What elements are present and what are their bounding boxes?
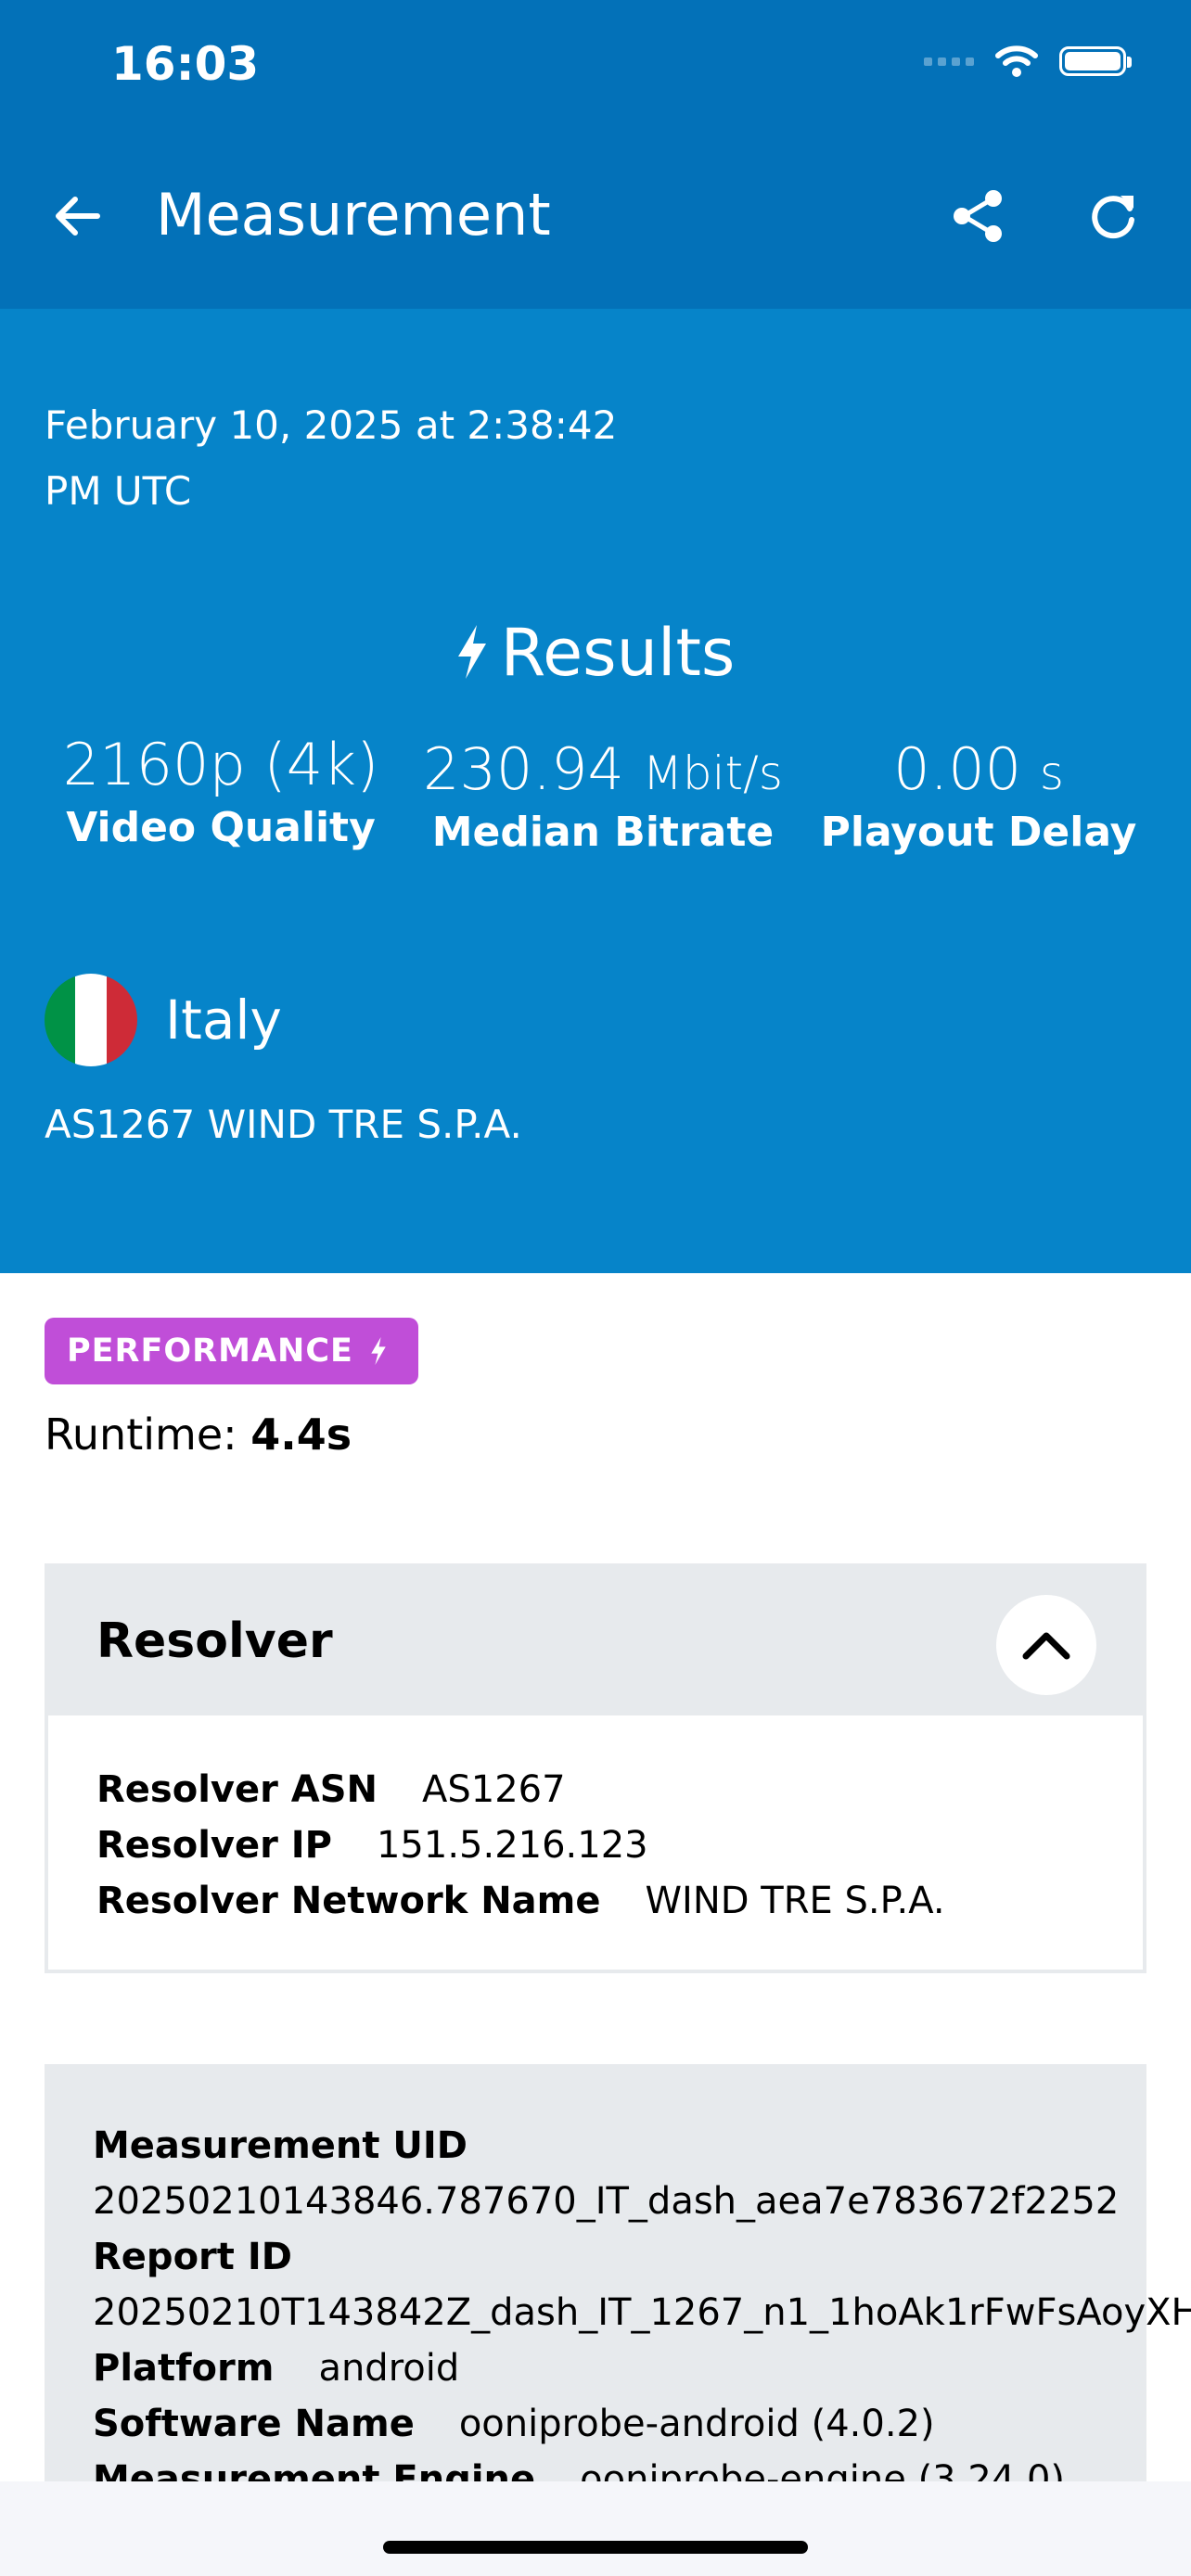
metric-value: 0.00 s xyxy=(893,735,1064,803)
resolver-header[interactable]: Resolver xyxy=(48,1567,1143,1715)
measurement-meta-panel: Measurement UID 20250210143846.787670_IT… xyxy=(45,2064,1191,2528)
page-title: Measurement xyxy=(156,181,551,249)
back-arrow-icon xyxy=(56,197,100,236)
metric-label: Video Quality xyxy=(66,804,376,851)
flag-italy-icon xyxy=(45,974,137,1066)
resolver-title: Resolver xyxy=(96,1613,333,1669)
collapse-button[interactable] xyxy=(996,1595,1096,1695)
app-header: 16:03 Measurement xyxy=(0,0,1191,309)
platform-row: Platform android xyxy=(93,2347,460,2390)
home-indicator[interactable] xyxy=(383,2541,808,2554)
results-heading: Results xyxy=(0,615,1191,691)
bolt-icon xyxy=(371,1337,386,1365)
report-id: 20250210T143842Z_dash_IT_1267_n1_1hoAk1r… xyxy=(93,2291,1191,2334)
software-row: Software Name ooniprobe-android (4.0.2) xyxy=(93,2403,935,2445)
report-id-label: Report ID xyxy=(93,2236,292,2278)
metric-label: Median Bitrate xyxy=(431,809,775,856)
battery-icon xyxy=(1059,46,1132,76)
home-indicator-bar xyxy=(0,2481,1191,2576)
metric-label: Playout Delay xyxy=(820,809,1137,856)
share-button[interactable] xyxy=(946,184,1011,249)
results-title: Results xyxy=(500,615,736,691)
wifi-icon xyxy=(995,45,1038,77)
status-time: 16:03 xyxy=(111,37,260,91)
network-name: AS1267 WIND TRE S.P.A. xyxy=(45,1102,522,1147)
test-category-badge: PERFORMANCE xyxy=(45,1318,418,1384)
measurement-date: February 10, 2025 at 2:38:42 PM UTC xyxy=(45,402,618,514)
badge-label: PERFORMANCE xyxy=(67,1333,353,1370)
cellular-signal-icon xyxy=(924,57,974,66)
metric-value: 230.94 Mbit/s xyxy=(423,735,783,803)
refresh-button[interactable] xyxy=(1081,184,1146,249)
resolver-ip-row: Resolver IP 151.5.216.123 xyxy=(96,1824,648,1867)
metric-value: 2160p (4k) xyxy=(62,731,379,798)
runtime: Runtime: 4.4s xyxy=(45,1409,352,1460)
runtime-value: 4.4s xyxy=(250,1409,352,1460)
country-name: Italy xyxy=(165,988,282,1052)
country-row: Italy xyxy=(45,974,282,1066)
resolver-asn-row: Resolver ASN AS1267 xyxy=(96,1768,566,1811)
measurement-uid-label: Measurement UID xyxy=(93,2124,467,2167)
back-button[interactable] xyxy=(45,184,109,249)
metric-video-quality: 2160p (4k) Video Quality xyxy=(45,731,397,851)
resolver-details: Resolver ASN AS1267 Resolver IP 151.5.216.… xyxy=(48,1715,1143,1929)
metric-median-bitrate: 230.94 Mbit/s Median Bitrate xyxy=(408,735,798,856)
bolt-icon xyxy=(457,625,486,679)
share-icon xyxy=(954,190,1002,242)
resolver-panel: Resolver Resolver ASN AS1267 Resolver IP 1… xyxy=(45,1563,1146,1973)
refresh-icon xyxy=(1092,196,1134,239)
resolver-network-row: Resolver Network Name WIND TRE S.P.A. xyxy=(96,1880,945,1922)
chevron-up-icon xyxy=(1022,1632,1070,1660)
measurement-summary: February 10, 2025 at 2:38:42 PM UTC Resu… xyxy=(0,309,1191,1273)
status-icons xyxy=(924,45,1132,78)
measurement-uid: 20250210143846.787670_IT_dash_aea7e78367… xyxy=(93,2180,1120,2223)
metric-playout-delay: 0.00 s Playout Delay xyxy=(816,735,1141,856)
